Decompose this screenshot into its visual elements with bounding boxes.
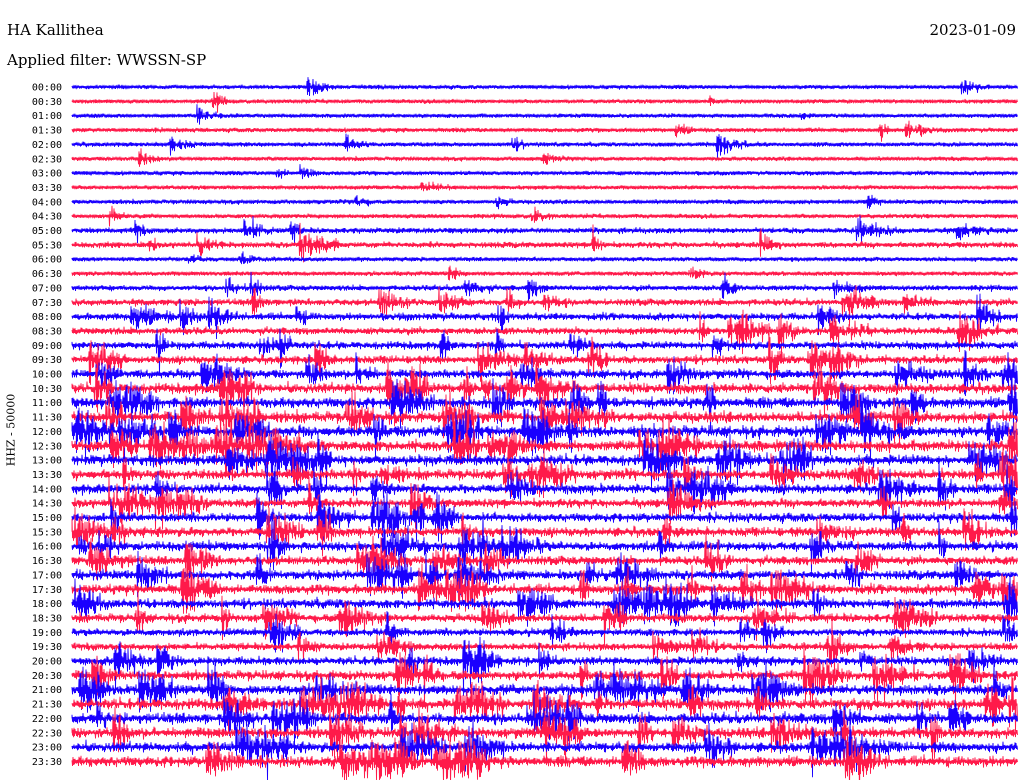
row-time-label: 22:30 [32,728,62,739]
row-time-label: 19:00 [32,628,62,639]
row-time-label: 07:00 [32,283,62,294]
row-time-label: 05:30 [32,240,62,251]
row-time-label: 06:30 [32,269,62,280]
row-time-label: 02:30 [32,154,62,165]
row-time-label: 08:00 [32,312,62,323]
trace-row [71,120,1018,142]
trace-row [71,476,1018,530]
row-time-label: 23:00 [32,743,62,754]
trace-row [71,148,1018,167]
row-time-label: 13:00 [32,456,62,467]
row-time-label: 12:30 [32,441,62,452]
row-time-label: 13:30 [32,470,62,481]
row-time-label: 22:00 [32,714,62,725]
trace-row [71,734,1018,780]
row-time-label: 10:00 [32,370,62,381]
row-time-label: 11:30 [32,413,62,424]
row-time-label: 18:00 [32,599,62,610]
row-time-label: 04:30 [32,212,62,223]
trace-row [71,251,1018,265]
row-time-label: 01:00 [32,111,62,122]
row-time-label: 14:00 [32,484,62,495]
row-time-label: 00:30 [32,97,62,108]
trace-row [71,133,1018,159]
row-time-label: 21:00 [32,685,62,696]
row-time-label: 04:00 [32,197,62,208]
row-time-label: 15:00 [32,513,62,524]
row-time-label: 01:30 [32,126,62,137]
row-time-label: 07:30 [32,298,62,309]
row-time-label: 17:30 [32,585,62,596]
row-time-label: 18:30 [32,613,62,624]
row-time-label: 03:30 [32,183,62,194]
row-time-label: 09:30 [32,355,62,366]
row-time-label: 12:00 [32,427,62,438]
row-time-label: 03:00 [32,169,62,180]
trace-layer [71,77,1018,780]
row-time-label: 08:30 [32,326,62,337]
row-time-label: 10:30 [32,384,62,395]
row-time-label: 14:30 [32,499,62,510]
row-time-label: 11:00 [32,398,62,409]
trace-row [71,91,1018,113]
row-time-label: 02:00 [32,140,62,151]
row-time-label: 15:30 [32,527,62,538]
row-time-label: 05:00 [32,226,62,237]
row-label-layer: 00:00 00:30 01:00 01:30 02:00 02:30 03:00 03:30… [32,83,62,768]
row-time-label: 23:30 [32,757,62,768]
trace-row [71,398,1018,464]
trace-row [71,215,1018,244]
row-time-label: 00:00 [32,83,62,94]
row-time-label: 16:30 [32,556,62,567]
trace-row [71,181,1018,192]
row-time-label: 21:30 [32,700,62,711]
row-time-label: 06:00 [32,255,62,266]
row-time-label: 09:00 [32,341,62,352]
row-time-label: 16:00 [32,542,62,553]
row-time-label: 20:00 [32,657,62,668]
helicorder-plot: 00:00 00:30 01:00 01:30 02:00 02:30 03:00 03:30… [32,77,1018,780]
trace-row [71,507,1018,558]
trace-row [71,194,1018,210]
trace-row [71,511,1018,580]
trace-row [71,328,1018,375]
row-time-label: 17:00 [32,570,62,581]
trace-row [71,265,1018,281]
trace-row [71,164,1018,180]
row-time-label: 20:30 [32,671,62,682]
row-time-label: 19:30 [32,642,62,653]
